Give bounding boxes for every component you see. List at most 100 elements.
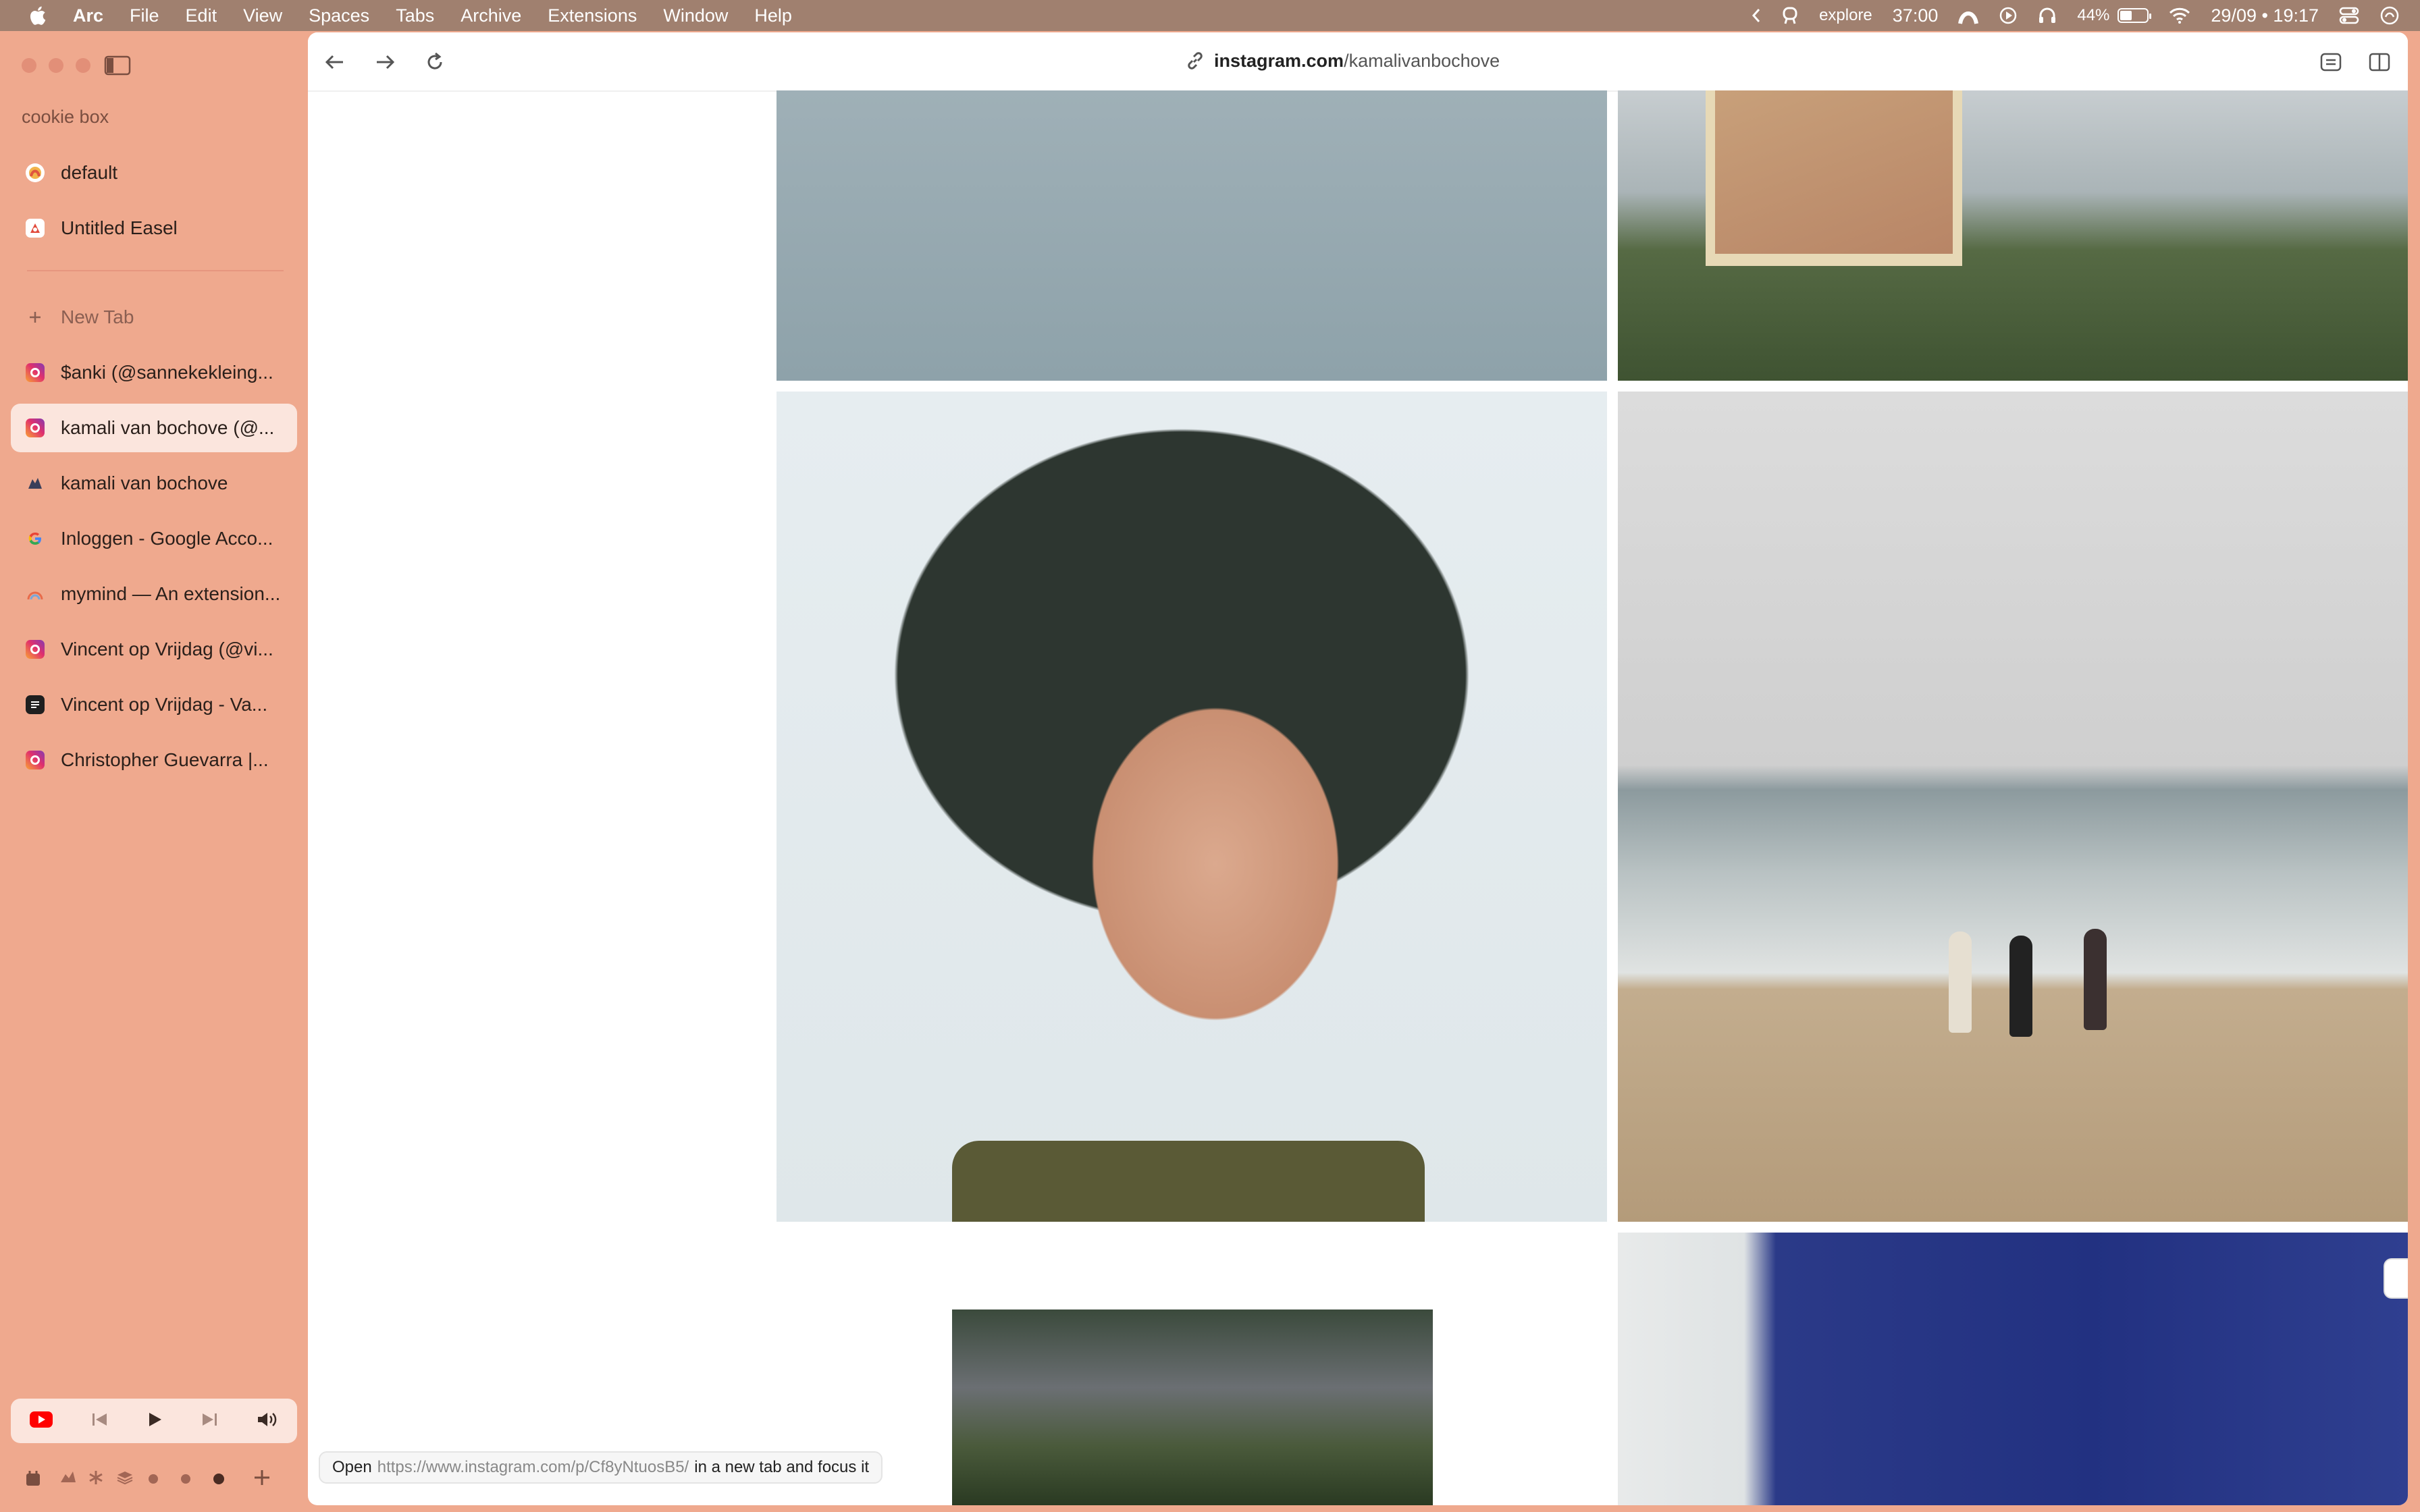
post-image-beach[interactable] bbox=[1618, 392, 2408, 1222]
status-suffix: in a new tab and focus it bbox=[694, 1458, 870, 1476]
pinned-item-label: Untitled Easel bbox=[61, 217, 178, 238]
datetime-label[interactable]: 29/09 • 19:17 bbox=[2211, 5, 2319, 26]
site-controls-icon[interactable] bbox=[2319, 50, 2343, 74]
battery-percent[interactable]: 44% bbox=[2077, 6, 2109, 25]
arc-logo-icon[interactable] bbox=[1958, 6, 1979, 25]
chevron-left-icon[interactable] bbox=[1752, 8, 1761, 23]
status-link: https://www.instagram.com/p/Cf8yNtuosB5/ bbox=[377, 1458, 689, 1476]
youtube-icon[interactable] bbox=[29, 1411, 53, 1432]
post-image-house-garden[interactable] bbox=[952, 1310, 1433, 1505]
sidebar-tab[interactable]: Vincent op Vrijdag (@vi... bbox=[11, 625, 297, 674]
url-domain: instagram.com bbox=[1214, 50, 1344, 71]
beach-figure bbox=[2009, 936, 2032, 1037]
sidebar-tab[interactable]: Vincent op Vrijdag - Va... bbox=[11, 680, 297, 729]
menu-app-arc[interactable]: Arc bbox=[73, 5, 103, 26]
browser-toolbar: instagram.com /kamalivanbochove bbox=[308, 32, 2408, 92]
tab-label: Vincent op Vrijdag - Va... bbox=[61, 694, 268, 715]
control-center-icon[interactable] bbox=[2339, 7, 2359, 24]
play-icon[interactable] bbox=[146, 1411, 163, 1432]
sidebar-tab[interactable]: Christopher Guevarra |... bbox=[11, 736, 297, 784]
space-dot-icon[interactable] bbox=[149, 1474, 158, 1484]
menu-edit[interactable]: Edit bbox=[186, 5, 217, 26]
post-image-portrait[interactable] bbox=[777, 392, 1607, 1222]
link-icon bbox=[1188, 52, 1203, 70]
space-bird-icon[interactable] bbox=[59, 1470, 77, 1488]
tab-label: Christopher Guevarra |... bbox=[61, 749, 269, 770]
beach-figure bbox=[2084, 929, 2107, 1030]
sidebar-tab-active[interactable]: kamali van bochove (@... bbox=[11, 404, 297, 452]
space-stack-icon[interactable] bbox=[116, 1469, 134, 1489]
site-icon bbox=[26, 695, 45, 714]
pinned-item-label: default bbox=[61, 162, 118, 183]
menu-file[interactable]: File bbox=[130, 5, 159, 26]
headphones-icon[interactable] bbox=[2038, 7, 2057, 24]
reload-icon[interactable] bbox=[421, 49, 448, 76]
plus-icon bbox=[26, 308, 45, 327]
window-controls bbox=[22, 58, 103, 73]
menu-help[interactable]: Help bbox=[754, 5, 792, 26]
media-player bbox=[11, 1399, 297, 1443]
instagram-icon bbox=[26, 751, 45, 770]
menu-archive[interactable]: Archive bbox=[461, 5, 521, 26]
easel-icon bbox=[26, 219, 45, 238]
space-dot-icon[interactable] bbox=[181, 1474, 190, 1484]
pinned-item-default[interactable]: default bbox=[11, 148, 297, 197]
wifi-icon[interactable] bbox=[2169, 7, 2190, 24]
sidebar-tab[interactable]: mymind — An extension... bbox=[11, 570, 297, 618]
url-path: /kamalivanbochove bbox=[1344, 50, 1500, 71]
space-dot-active-icon[interactable] bbox=[213, 1474, 224, 1484]
play-circle-icon[interactable] bbox=[1999, 6, 2018, 25]
menu-extensions[interactable]: Extensions bbox=[548, 5, 637, 26]
portrait-shirt bbox=[952, 1141, 1425, 1222]
siri-icon[interactable] bbox=[2379, 5, 2400, 26]
new-tab-button[interactable]: New Tab bbox=[11, 293, 297, 342]
back-arrow-icon[interactable] bbox=[321, 49, 348, 76]
polaroid-photo bbox=[1706, 90, 1962, 266]
new-tab-label: New Tab bbox=[61, 306, 134, 327]
instagram-icon bbox=[26, 640, 45, 659]
menu-spaces[interactable]: Spaces bbox=[309, 5, 369, 26]
sidebar: cookie box default Untitled Easel New Ta… bbox=[0, 31, 308, 1512]
tab-label: Vincent op Vrijdag (@vi... bbox=[61, 639, 273, 659]
tab-label: mymind — An extension... bbox=[61, 583, 281, 604]
archive-icon[interactable] bbox=[24, 1468, 42, 1490]
sidebar-tab[interactable]: Inloggen - Google Acco... bbox=[11, 514, 297, 563]
timer-label[interactable]: 37:00 bbox=[1893, 5, 1939, 26]
link-status-bar: Open https://www.instagram.com/p/Cf8yNtu… bbox=[319, 1451, 883, 1484]
address-bar[interactable]: instagram.com /kamalivanbochove bbox=[1186, 47, 1500, 74]
add-space-icon[interactable] bbox=[253, 1468, 271, 1490]
next-track-icon[interactable] bbox=[200, 1411, 219, 1431]
sidebar-toggle-icon[interactable] bbox=[104, 55, 131, 76]
volume-icon[interactable] bbox=[256, 1411, 279, 1432]
minimize-window-button[interactable] bbox=[49, 58, 63, 73]
forward-arrow-icon[interactable] bbox=[371, 49, 398, 76]
menu-window[interactable]: Window bbox=[663, 5, 728, 26]
tab-label: kamali van bochove (@... bbox=[61, 417, 275, 438]
post-image-grey-texture[interactable] bbox=[777, 90, 1607, 381]
lock-bot-icon[interactable] bbox=[1781, 6, 1799, 25]
pinned-item-untitled-easel[interactable]: Untitled Easel bbox=[11, 204, 297, 252]
post-image-blue-abstract[interactable] bbox=[1618, 1233, 2408, 1505]
tab-label: kamali van bochove bbox=[61, 473, 228, 493]
spaces-switcher bbox=[0, 1462, 308, 1496]
page-edge-button[interactable] bbox=[2385, 1260, 2408, 1297]
battery-icon[interactable] bbox=[2118, 8, 2152, 23]
close-window-button[interactable] bbox=[22, 58, 36, 73]
post-image-polaroid-hill[interactable] bbox=[1618, 90, 2408, 381]
previous-track-icon[interactable] bbox=[90, 1411, 109, 1431]
space-name: cookie box bbox=[22, 107, 109, 127]
status-prefix: Open bbox=[332, 1458, 372, 1476]
sidebar-tab[interactable]: $anki (@sannekekleing... bbox=[11, 348, 297, 397]
instagram-icon bbox=[26, 418, 45, 437]
zoom-window-button[interactable] bbox=[76, 58, 90, 73]
menu-view[interactable]: View bbox=[243, 5, 282, 26]
sidebar-tab[interactable]: kamali van bochove bbox=[11, 459, 297, 508]
tab-label: Inloggen - Google Acco... bbox=[61, 528, 273, 549]
space-asterisk-icon[interactable] bbox=[88, 1469, 104, 1489]
menu-bar: Arc File Edit View Spaces Tabs Archive E… bbox=[0, 0, 2420, 31]
apple-icon[interactable] bbox=[27, 5, 47, 26]
web-content: instagram.com /kamalivanbochove Open htt… bbox=[308, 32, 2408, 1505]
split-view-icon[interactable] bbox=[2367, 50, 2392, 74]
explore-label[interactable]: explore bbox=[1819, 6, 1872, 25]
menu-tabs[interactable]: Tabs bbox=[396, 5, 434, 26]
